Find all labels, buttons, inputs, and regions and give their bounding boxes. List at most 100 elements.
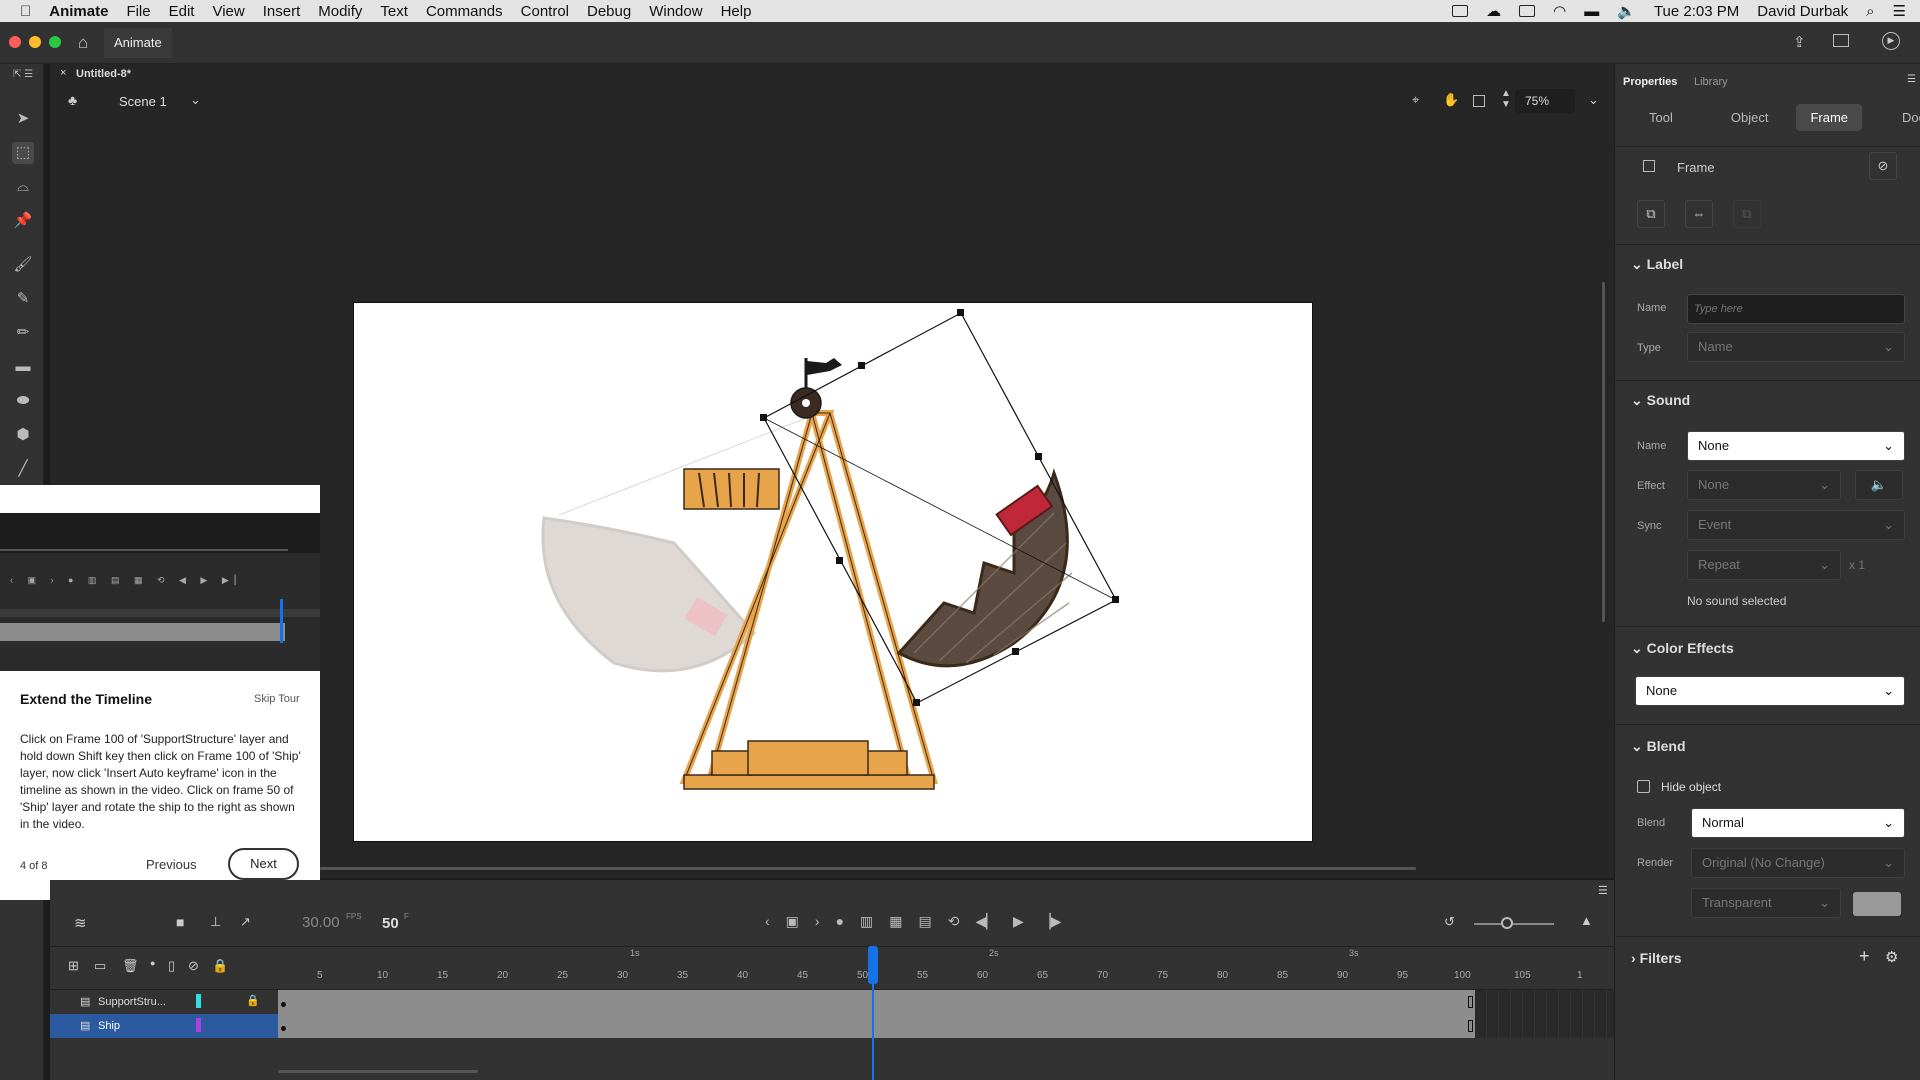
menu-debug[interactable]: Debug [587, 3, 631, 20]
visibility-icon[interactable]: ⊘ [188, 958, 199, 974]
frame-label-input[interactable] [1687, 294, 1905, 324]
panel-collapse-icon[interactable]: ⇱ ☰ [12, 64, 34, 86]
library-tab[interactable]: Library [1694, 76, 1728, 88]
tour-previous-button[interactable]: Previous [146, 857, 197, 872]
menu-modify[interactable]: Modify [318, 3, 362, 20]
onion-skin-icon[interactable]: ● [836, 913, 844, 930]
polystar-tool-icon[interactable]: ⬢ [12, 424, 34, 446]
render-dropdown[interactable]: Original (No Change) ⌄ [1691, 848, 1905, 878]
layer-color-swatch[interactable] [196, 1018, 201, 1032]
volume-icon[interactable]: 🔈 [1617, 2, 1636, 20]
lasso-tool-icon[interactable]: ⌓ [12, 176, 34, 198]
workspace-icon[interactable] [1833, 34, 1849, 47]
close-tab-icon[interactable]: × [60, 67, 66, 79]
flag-icon[interactable]: ▬ [1584, 3, 1599, 20]
sound-repeat-dropdown[interactable]: Repeat ⌄ [1687, 550, 1841, 580]
playhead[interactable] [868, 946, 878, 984]
convert-icon[interactable]: ⇔ [1685, 200, 1713, 228]
tab-doc[interactable]: Doc [1888, 104, 1920, 131]
step-forward-icon[interactable]: ▕▶ [1040, 913, 1062, 930]
oval-tool-icon[interactable]: ⬬ [12, 390, 34, 412]
clip-stage-icon[interactable] [1473, 95, 1485, 107]
menu-help[interactable]: Help [721, 3, 752, 20]
lock-icon[interactable]: 🔒 [212, 958, 228, 974]
menu-text[interactable]: Text [380, 3, 408, 20]
tab-frame[interactable]: Frame [1796, 104, 1862, 131]
blend-section-header[interactable]: ⌄ Blend [1631, 738, 1686, 755]
current-frame-value[interactable]: 50 [382, 915, 399, 932]
skip-tour-link[interactable]: Skip Tour [254, 693, 300, 705]
minimize-window-button[interactable] [29, 36, 41, 48]
close-window-button[interactable] [9, 36, 21, 48]
frames-supportstructure[interactable] [278, 990, 1475, 1014]
layer-ship[interactable]: ▤ Ship [50, 1014, 278, 1038]
stage-horizontal-scrollbar[interactable] [320, 867, 1416, 870]
graph-icon[interactable]: ↗ [240, 914, 251, 930]
empty-frames[interactable] [1475, 990, 1615, 1038]
wifi-icon[interactable]: ◠ [1553, 2, 1566, 20]
hide-object-label[interactable]: Hide object [1661, 780, 1721, 794]
panel-menu-icon[interactable]: ☰ [1907, 74, 1916, 85]
line-tool-icon[interactable]: ╱ [12, 458, 34, 480]
free-transform-tool-icon[interactable]: ⬚ [12, 142, 34, 164]
delete-layer-icon[interactable]: 🗑 [122, 958, 139, 974]
sound-section-header[interactable]: ⌄ Sound [1631, 392, 1690, 409]
tour-video-preview[interactable]: ‹ ▣ › ● ▥ ▤ ▦ ⟲ ◀ ▶ ▶▏ [0, 513, 320, 671]
blend-mode-dropdown[interactable]: Normal ⌄ [1691, 808, 1905, 838]
fit-timeline-icon[interactable]: ▲ [1580, 913, 1593, 928]
timeline-scrollbar[interactable] [278, 1070, 478, 1073]
filter-settings-gear-icon[interactable]: ⚙ [1885, 948, 1898, 966]
color-effects-section-header[interactable]: ⌄ Color Effects [1631, 640, 1734, 657]
label-section-header[interactable]: ⌄ Label [1631, 256, 1683, 273]
next-keyframe-icon[interactable]: › [815, 913, 820, 930]
background-color-swatch[interactable] [1853, 892, 1901, 916]
properties-tab[interactable]: Properties [1623, 76, 1677, 88]
hide-object-checkbox[interactable] [1637, 780, 1650, 793]
new-layer-icon[interactable]: ⊞ [68, 958, 79, 974]
tab-object[interactable]: Object [1717, 104, 1783, 131]
insert-keyframe-icon[interactable]: ▣ [786, 913, 799, 930]
highlight-icon[interactable]: ● [150, 958, 155, 968]
swap-icon[interactable]: ⧉ [1637, 200, 1665, 228]
edit-symbols-icon[interactable]: ♣ [68, 92, 77, 108]
cloud-icon[interactable]: ☁ [1486, 2, 1501, 20]
clock[interactable]: Tue 2:03 PM [1654, 3, 1739, 20]
tour-next-button[interactable]: Next [228, 848, 299, 880]
previous-keyframe-icon[interactable]: ‹ [765, 913, 770, 930]
frame-options-icon[interactable]: ⊘ [1869, 152, 1897, 180]
control-center-icon[interactable]: ☰ [1893, 2, 1906, 20]
menu-window[interactable]: Window [649, 3, 702, 20]
sound-effect-dropdown[interactable]: None ⌄ [1687, 470, 1841, 500]
app-tab[interactable]: Animate [104, 28, 172, 58]
fps-value[interactable]: 30.00 [302, 914, 340, 931]
menu-view[interactable]: View [212, 3, 244, 20]
menu-app-name[interactable]: Animate [49, 3, 108, 20]
frame-ruler[interactable]: 5 10 15 20 25 30 35 40 45 50 55 60 65 70 75 80 85 90 95 100… [278, 968, 1598, 984]
menu-insert[interactable]: Insert [263, 3, 301, 20]
screen-mirror-icon[interactable] [1452, 5, 1469, 17]
zoom-dropdown-icon[interactable]: ⌄ [1588, 92, 1599, 108]
layer-name[interactable]: Ship [98, 1020, 120, 1032]
label-type-dropdown[interactable]: Name ⌄ [1687, 332, 1905, 362]
insert-frame-icon[interactable]: ▥ [860, 913, 873, 930]
timeline-zoom-handle[interactable] [1501, 917, 1513, 929]
selection-tool-icon[interactable]: ➤ [12, 108, 34, 130]
loop-icon[interactable]: ⟲ [948, 913, 960, 930]
rotate-stage-icon[interactable]: ✋ [1443, 92, 1459, 108]
timeline-menu-icon[interactable]: ☰ [1598, 884, 1608, 897]
timeline-zoom-slider[interactable] [1474, 923, 1554, 925]
menu-commands[interactable]: Commands [426, 3, 503, 20]
brush-tool-icon[interactable]: ✎ [12, 288, 34, 310]
insert-blank-keyframe-icon[interactable]: ▤ [919, 913, 932, 930]
share-icon[interactable]: ⇪ [1793, 33, 1806, 51]
color-effects-dropdown[interactable]: None ⌄ [1635, 676, 1905, 706]
stage-vertical-scrollbar[interactable] [1602, 282, 1605, 622]
play-icon[interactable]: ▶ [1013, 913, 1024, 930]
tab-tool[interactable]: Tool [1635, 104, 1687, 131]
layers-icon[interactable]: ≋ [74, 914, 87, 932]
scene-name[interactable]: Scene 1 [119, 94, 167, 109]
stage-canvas[interactable] [353, 302, 1313, 842]
new-folder-icon[interactable]: ▭ [94, 958, 106, 974]
step-back-icon[interactable]: ◀▏ [975, 913, 997, 930]
scene-dropdown-icon[interactable]: ⌄ [190, 92, 201, 108]
